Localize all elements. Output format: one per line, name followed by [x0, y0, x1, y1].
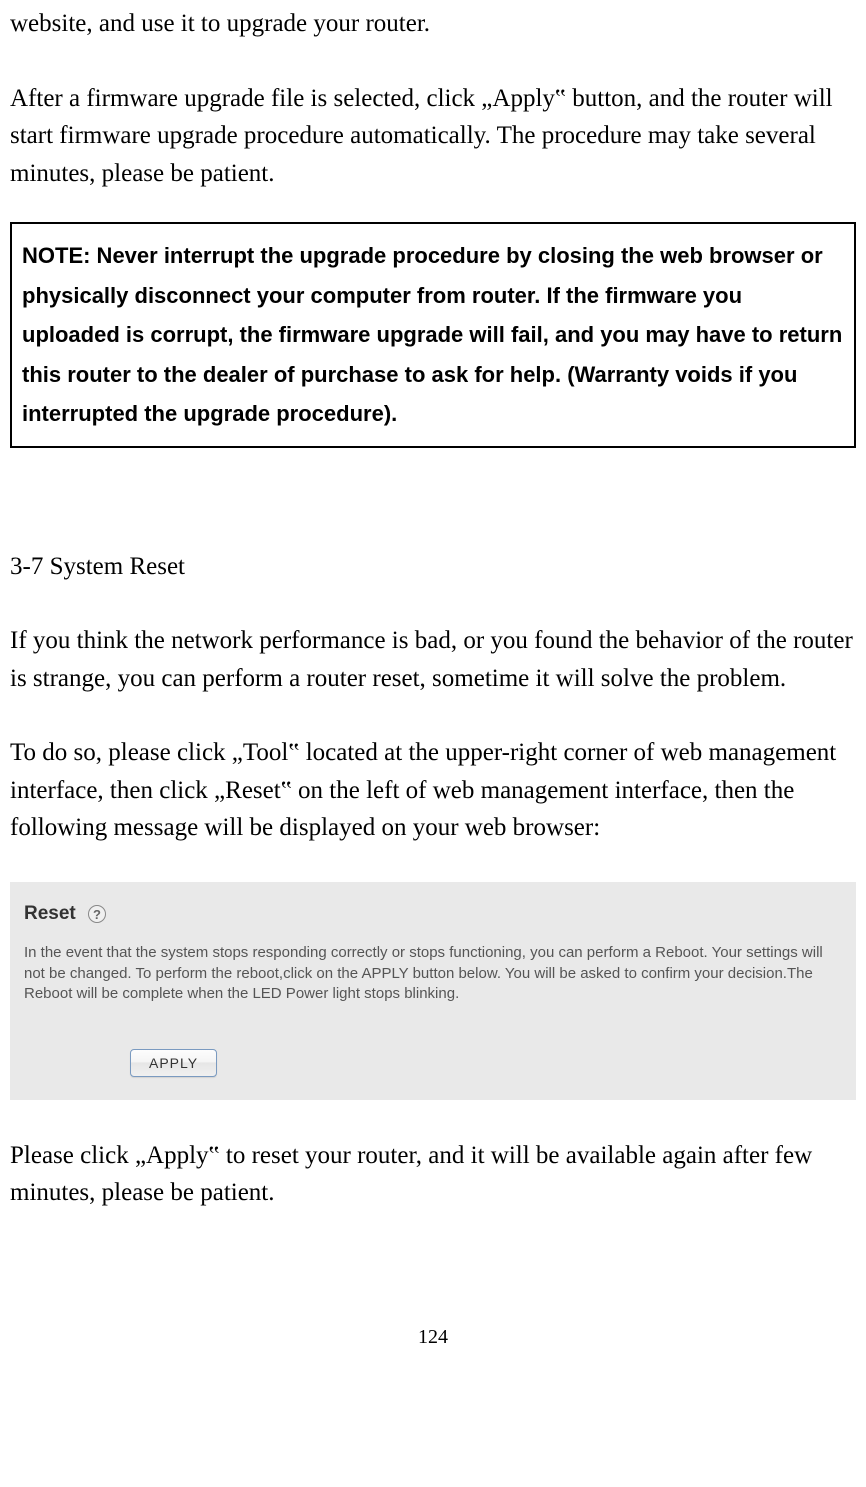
- note-text: NOTE: Never interrupt the upgrade proced…: [22, 243, 842, 426]
- reset-panel-title: Reset: [24, 900, 76, 929]
- page-number: 124: [10, 1322, 856, 1352]
- paragraph-firmware-apply: After a firmware upgrade file is selecte…: [10, 80, 856, 193]
- section-title: 3-7 System Reset: [10, 548, 856, 586]
- apply-button[interactable]: APPLY: [130, 1049, 217, 1077]
- paragraph-apply-reset: Please click „Apply‟ to reset your route…: [10, 1137, 856, 1212]
- paragraph-reset-intro: If you think the network performance is …: [10, 622, 856, 697]
- help-icon[interactable]: ?: [88, 905, 106, 923]
- reset-panel-description: In the event that the system stops respo…: [10, 937, 856, 1024]
- reset-screenshot: Reset ? In the event that the system sto…: [10, 882, 856, 1100]
- paragraph-reset-instructions: To do so, please click „Tool‟ located at…: [10, 734, 856, 847]
- note-box: NOTE: Never interrupt the upgrade proced…: [10, 222, 856, 448]
- paragraph-firmware-website: website, and use it to upgrade your rout…: [10, 5, 856, 43]
